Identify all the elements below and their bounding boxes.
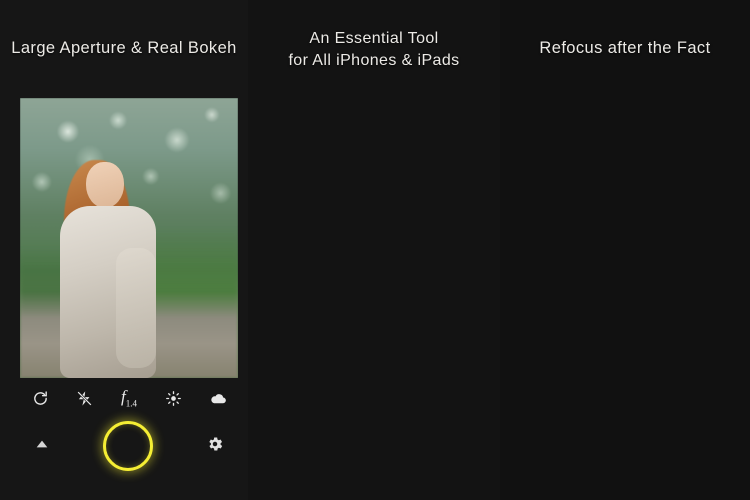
panel-essential-tool: An Essential Tool for All iPhones & iPad… (248, 0, 734, 500)
flash-off-icon[interactable] (73, 386, 97, 410)
flip-camera-icon[interactable] (28, 386, 52, 410)
aperture-value[interactable]: f1.4 (117, 386, 141, 410)
photo-woman-garden[interactable] (20, 98, 238, 378)
subject-face (86, 162, 124, 208)
hdr-cloud-icon[interactable] (206, 386, 230, 410)
subject-arm (116, 248, 156, 368)
aperture-number: 1.4 (125, 398, 137, 409)
shutter-button[interactable] (103, 421, 153, 471)
panel-1-heading: Large Aperture & Real Bokeh (11, 39, 237, 57)
camera-control-row: f1.4 (20, 384, 238, 412)
exposure-icon[interactable] (162, 386, 186, 410)
expand-chevron-icon[interactable] (34, 436, 50, 457)
panel-3-heading: Refocus after the Fact (539, 39, 711, 57)
panel-2-heading-line2: for All iPhones & iPads (288, 52, 460, 69)
panel-refocus: Refocus after the Fact (500, 0, 750, 500)
panel-2-heading-line1: An Essential Tool (309, 30, 439, 47)
camera-shutter-row (20, 418, 238, 474)
settings-gear-icon[interactable] (206, 435, 224, 458)
panel-large-aperture: Large Aperture & Real Bokeh f1.4 (0, 0, 248, 500)
screenshot-stage: Large Aperture & Real Bokeh f1.4 An Esse… (0, 0, 750, 500)
